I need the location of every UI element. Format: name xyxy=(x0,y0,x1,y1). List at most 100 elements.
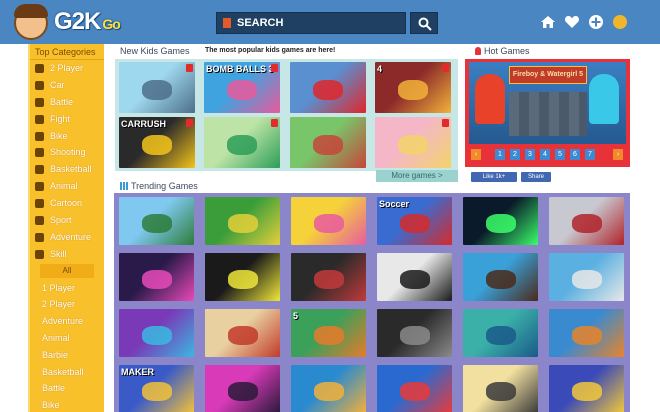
watergirl-character xyxy=(589,74,619,124)
sidebar-item-battle[interactable]: Battle xyxy=(30,94,104,111)
thumbnail-art xyxy=(486,326,516,345)
sidebar-item-bike[interactable]: Bike xyxy=(30,128,104,145)
game-thumbnail[interactable] xyxy=(377,253,452,301)
home-icon[interactable] xyxy=(540,14,556,30)
game-thumbnail[interactable] xyxy=(377,365,452,412)
pager-page-button[interactable]: 2 xyxy=(510,149,520,160)
sidebar-item-skill[interactable]: Skill xyxy=(30,246,104,263)
game-thumbnail[interactable] xyxy=(549,365,624,412)
sidebar-subitem[interactable]: Basketball xyxy=(30,364,104,381)
game-thumbnail[interactable] xyxy=(204,117,280,168)
game-thumbnail[interactable] xyxy=(549,197,624,245)
game-thumbnail[interactable] xyxy=(290,117,366,168)
sidebar-item-sport[interactable]: Sport xyxy=(30,212,104,229)
pager-page-button[interactable]: 4 xyxy=(540,149,550,160)
logo-wordmark: G2K xyxy=(54,8,101,35)
thumbnail-art xyxy=(227,80,257,100)
pager-page-button[interactable]: 3 xyxy=(525,149,535,160)
search-button[interactable] xyxy=(410,12,438,34)
game-thumbnail[interactable] xyxy=(119,309,194,357)
sidebar-item-basketball[interactable]: Basketball xyxy=(30,161,104,178)
thumbnail-art xyxy=(313,135,343,155)
game-thumbnail[interactable]: 4 xyxy=(375,62,451,113)
sidebar-item-cartoon[interactable]: Cartoon xyxy=(30,195,104,212)
game-thumbnail[interactable]: BOMB BALLS 3 xyxy=(204,62,280,113)
new-games-title: New Kids Games xyxy=(120,46,190,56)
game-thumbnail[interactable] xyxy=(375,117,451,168)
game-thumbnail[interactable] xyxy=(119,197,194,245)
sidebar-item-fight[interactable]: Fight xyxy=(30,111,104,128)
game-thumbnail[interactable] xyxy=(463,253,538,301)
thumbnail-art xyxy=(572,214,602,233)
game-thumbnail[interactable] xyxy=(463,365,538,412)
game-thumbnail[interactable] xyxy=(119,62,195,113)
heart-icon[interactable] xyxy=(564,14,580,30)
game-thumbnail[interactable] xyxy=(549,309,624,357)
game-thumbnail[interactable]: 5 xyxy=(291,309,366,357)
game-thumbnail[interactable] xyxy=(291,253,366,301)
game-thumbnail[interactable] xyxy=(291,365,366,412)
sidebar-subitem[interactable]: Battle xyxy=(30,380,104,397)
game-thumbnail[interactable] xyxy=(290,62,366,113)
new-badge xyxy=(186,119,193,127)
sidebar-subitem[interactable]: 2 Player xyxy=(30,296,104,313)
game-thumbnail[interactable]: Soccer xyxy=(377,197,452,245)
sidebar-item-car[interactable]: Car xyxy=(30,77,104,94)
pager-next-button[interactable]: › xyxy=(613,149,623,160)
share-button[interactable]: Share xyxy=(521,172,551,182)
thumbnail-art xyxy=(314,270,344,289)
game-thumbnail[interactable] xyxy=(549,253,624,301)
game-thumbnail[interactable] xyxy=(205,365,280,412)
sidebar-subitem[interactable]: Adventure xyxy=(30,313,104,330)
sidebar-item-animal[interactable]: Animal xyxy=(30,178,104,195)
coin-icon[interactable] xyxy=(613,15,627,29)
search-input[interactable]: SEARCH xyxy=(216,12,406,34)
game-thumbnail[interactable] xyxy=(205,309,280,357)
sidebar-item-label: Battle xyxy=(50,96,74,107)
game-thumbnail[interactable] xyxy=(119,253,194,301)
game-thumbnail[interactable] xyxy=(377,309,452,357)
sidebar-subitem[interactable]: Barbie xyxy=(30,347,104,364)
site-logo[interactable]: G2K Go xyxy=(8,2,158,42)
pager-page-button[interactable]: 5 xyxy=(555,149,565,160)
logo-mascot xyxy=(14,4,48,40)
pager-page-button[interactable]: 6 xyxy=(570,149,580,160)
like-button[interactable]: Like 1k+ xyxy=(471,172,517,182)
sidebar-all-button[interactable]: All xyxy=(40,263,94,278)
sidebar-subitem[interactable]: Bike xyxy=(30,397,104,412)
game-thumbnail[interactable] xyxy=(205,197,280,245)
thumbnail-art xyxy=(228,326,258,345)
thumbnail-caption: MAKER xyxy=(121,367,154,377)
pager-prev-button[interactable]: ‹ xyxy=(471,149,481,160)
sidebar-item-shooting[interactable]: Shooting xyxy=(30,144,104,161)
game-thumbnail[interactable] xyxy=(463,309,538,357)
sidebar-item-adventure[interactable]: Adventure xyxy=(30,229,104,246)
pager-page-button[interactable]: 1 xyxy=(495,149,505,160)
hot-game-feature[interactable]: Fireboy & Watergirl 5 xyxy=(469,62,626,144)
new-badge xyxy=(271,119,278,127)
thumbnail-art xyxy=(142,270,172,289)
game-thumbnail[interactable]: CARRUSH xyxy=(119,117,195,168)
game-thumbnail[interactable] xyxy=(291,197,366,245)
thumbnail-art xyxy=(142,326,172,345)
sidebar-item-label: 2 Player xyxy=(50,63,84,73)
sidebar-subitem[interactable]: 1 Player xyxy=(30,280,104,297)
plus-icon[interactable] xyxy=(588,14,604,30)
hot-games-label: Hot Games xyxy=(484,46,530,56)
sidebar-subitem[interactable]: Animal xyxy=(30,330,104,347)
search-placeholder: SEARCH xyxy=(237,17,284,29)
fight-icon xyxy=(35,114,44,124)
page: G2K Go SEARCH Top Categories 2 Player Car B… xyxy=(0,0,660,412)
game-thumbnail[interactable] xyxy=(463,197,538,245)
fire-icon xyxy=(223,18,231,28)
game-thumbnail[interactable]: MAKER xyxy=(119,365,194,412)
thumbnail-art xyxy=(400,270,430,289)
pager-page-button[interactable]: 7 xyxy=(585,149,595,160)
thumbnail-art xyxy=(398,80,428,100)
more-games-button[interactable]: More games > xyxy=(376,170,458,182)
sidebar-item-2-player[interactable]: 2 Player xyxy=(30,60,104,77)
thumbnail-art xyxy=(228,382,258,401)
thumbnail-art xyxy=(398,135,428,155)
game-thumbnail[interactable] xyxy=(205,253,280,301)
hot-games-pager: ‹ 1 2 3 4 5 6 7 › xyxy=(465,146,630,163)
